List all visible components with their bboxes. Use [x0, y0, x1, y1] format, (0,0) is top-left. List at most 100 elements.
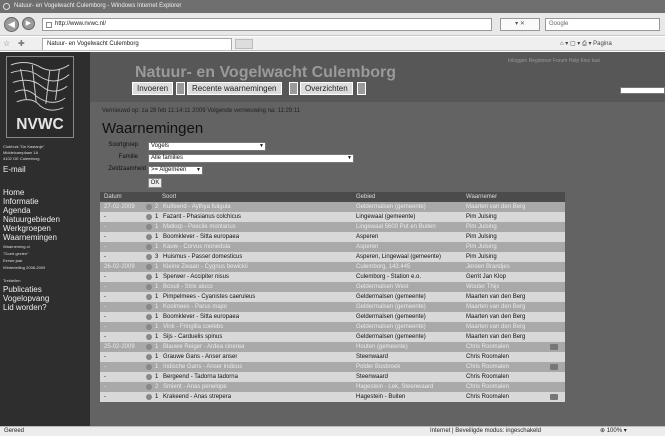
cell-area[interactable]: Houten (gemeente)	[356, 342, 408, 352]
table-row[interactable]: - 1 Fazant - Phasianus colchicus Lingewaal …	[100, 212, 565, 222]
sidebar-item-natuurgebieden[interactable]: Natuurgebieden	[3, 215, 60, 224]
table-row[interactable]: 27-02-2009 2 Kuifeend - Aythya fuligula Gel…	[100, 202, 565, 212]
nav-overzichten[interactable]: Overzichten	[300, 82, 353, 95]
cell-species[interactable]: Vink - Fringilla coelebs	[163, 322, 223, 332]
cell-observer[interactable]: Pim Julsing	[466, 212, 497, 222]
zeldzaamheid-select[interactable]: >= Algemeen ▼	[148, 166, 203, 175]
top-links[interactable]: Inloggen Registreer Forum Help Kies taal	[508, 58, 600, 64]
table-row[interactable]: - 1 Grauwe Gans - Anser anser Steenwaard Chr…	[100, 352, 565, 362]
cell-observer[interactable]: Maarten van den Berg	[466, 332, 525, 342]
sidebar-sub-goed-gezien[interactable]: "Goed gezien"	[3, 251, 29, 256]
cell-species[interactable]: Boomklever - Sitta europaea	[163, 232, 239, 242]
cell-observer[interactable]: Pim Julsing	[466, 242, 497, 252]
cell-area[interactable]: Hagestein - Buiten	[356, 392, 405, 402]
soortgroep-select[interactable]: Vogels ▼	[148, 142, 266, 151]
cell-species[interactable]: Indische Gans - Anser indicus	[163, 362, 242, 372]
cell-area[interactable]: Culemborg - Station e.o.	[356, 272, 421, 282]
col-header-waarnemer[interactable]: Waarnemer	[466, 192, 497, 202]
cell-observer[interactable]: Wouter Thijs	[466, 282, 499, 292]
table-row[interactable]: 26-02-2009 1 Kleine Zwaan - Cygnus bewicki…	[100, 262, 565, 272]
cell-species[interactable]: Krakeend - Anas strepera	[163, 392, 231, 402]
cell-species[interactable]: Grauwe Gans - Anser anser	[163, 352, 237, 362]
cell-area[interactable]: Geldermalsen West	[356, 282, 409, 292]
cell-observer[interactable]: Pim Julsing	[466, 232, 497, 242]
nav-recente-dropdown-icon[interactable]	[289, 82, 298, 95]
command-bar[interactable]: ⌂ ▾ ▢ ▾ ⎙ ▾ Pagina	[560, 39, 612, 49]
cell-species[interactable]: Bergeend - Tadorna tadorna	[163, 372, 238, 382]
cell-species[interactable]: Matkop - Poecile montanus	[163, 222, 236, 232]
cell-area[interactable]: Geldermalsen (gemeente)	[356, 302, 426, 312]
table-row[interactable]: - 1 Krakeend - Anas strepera Hagestein - Bu…	[100, 392, 565, 402]
cell-observer[interactable]: Gerrit Jan Klop	[466, 272, 506, 282]
cell-observer[interactable]: Maarten van den Berg	[466, 292, 525, 302]
new-tab-button[interactable]	[235, 39, 253, 49]
cell-area[interactable]: Polder Bosbroek	[356, 362, 400, 372]
table-row[interactable]: 25-02-2009 1 Blauwe Reiger - Ardea cinerea…	[100, 342, 565, 352]
table-row[interactable]: - 1 Indische Gans - Anser indicus Polder Bo…	[100, 362, 565, 372]
cell-observer[interactable]: Chris Roomalen	[466, 362, 509, 372]
sidebar-sub-waarneming[interactable]: Waarneming.nl	[3, 244, 30, 249]
sidebar-sub-eerste-jaar[interactable]: Eerste jaar	[3, 258, 22, 263]
sidebar-item-vogelopvang[interactable]: Vogelopvang	[3, 294, 49, 303]
familie-select[interactable]: Alle families ▼	[148, 154, 354, 163]
table-row[interactable]: - 1 Vink - Fringilla coelebs Geldermalsen (…	[100, 322, 565, 332]
cell-species[interactable]: Blauwe Reiger - Ardea cinerea	[163, 342, 244, 352]
cell-area[interactable]: Culemborg, 143.445	[356, 262, 410, 272]
col-header-gebied[interactable]: Gebied	[356, 192, 375, 202]
back-button[interactable]: ◀	[4, 17, 19, 32]
table-row[interactable]: - 1 Sperwer - Accipiter nisus Culemborg - S…	[100, 272, 565, 282]
cell-species[interactable]: Kauw - Corvus monedula	[163, 242, 230, 252]
cell-area[interactable]: Lingewaal (gemeente)	[356, 212, 415, 222]
camera-icon[interactable]	[550, 394, 558, 400]
refresh-stop-controls[interactable]: ▾ ✕	[500, 18, 540, 31]
sidebar-item-lid-worden[interactable]: Lid worden?	[3, 303, 47, 312]
nav-invoeren[interactable]: Invoeren	[132, 82, 174, 95]
sidebar-item-agenda[interactable]: Agenda	[3, 206, 31, 215]
cell-observer[interactable]: Jeroen Brandjes	[466, 262, 510, 272]
cell-area[interactable]: Hagestein - Lek, Steenwaard	[356, 382, 433, 392]
col-header-soort[interactable]: Soort	[162, 192, 176, 202]
sidebar-item-publicaties[interactable]: Publicaties	[3, 285, 42, 294]
tab-current[interactable]: Natuur- en Vogelwacht Culemborg	[42, 38, 232, 50]
sidebar-item-werkgroepen[interactable]: Werkgroepen	[3, 224, 51, 233]
favorites-star-icon[interactable]: ☆	[3, 39, 10, 48]
cell-species[interactable]: Huismus - Passer domesticus	[163, 252, 242, 262]
url-input[interactable]: http://www.nvwc.nl/	[42, 18, 492, 31]
table-row[interactable]: - 1 Koolmees - Parus major Geldermalsen (ge…	[100, 302, 565, 312]
nav-invoeren-dropdown-icon[interactable]	[176, 82, 185, 95]
add-favorites-icon[interactable]: ✚	[18, 39, 25, 48]
zoom-control[interactable]: ⊕ 100% ▾	[600, 427, 627, 436]
nav-recente-waarnemingen[interactable]: Recente waarnemingen	[187, 82, 282, 95]
cell-species[interactable]: Sperwer - Accipiter nisus	[163, 272, 229, 282]
cell-observer[interactable]: Maarten van den Berg	[466, 202, 525, 212]
cell-observer[interactable]: Pim Julsing	[466, 252, 497, 262]
cell-species[interactable]: Kuifeend - Aythya fuligula	[163, 202, 231, 212]
table-row[interactable]: - 1 Boomklever - Sitta europaea Geldermalse…	[100, 312, 565, 322]
cell-area[interactable]: Geldermalsen (gemeente)	[356, 202, 426, 212]
cell-area[interactable]: Asperen	[356, 242, 378, 252]
sidebar-item-home[interactable]: Home	[3, 188, 24, 197]
ok-button[interactable]: OK	[148, 178, 162, 188]
table-row[interactable]: - 3 Huismus - Passer domesticus Asperen, Li…	[100, 252, 565, 262]
sidebar-item-informatie[interactable]: Informatie	[3, 197, 39, 206]
search-input[interactable]: Google	[545, 18, 660, 31]
cell-species[interactable]: Kleine Zwaan - Cygnus bewickii	[163, 262, 248, 272]
cell-observer[interactable]: Pim Julsing	[466, 222, 497, 232]
forward-button[interactable]: ▶	[22, 17, 35, 30]
cell-species[interactable]: Bosuil - Strix aluco	[163, 282, 213, 292]
sidebar-sub-trektellen[interactable]: Trektellen	[3, 278, 20, 283]
table-row[interactable]: - 1 Bosuil - Strix aluco Geldermalsen West W…	[100, 282, 565, 292]
email-link[interactable]: E-mail	[3, 165, 26, 174]
cell-species[interactable]: Sijs - Carduelis spinus	[163, 332, 222, 342]
table-row[interactable]: - 1 Pimpelmees - Cyanistes caeruleus Gelder…	[100, 292, 565, 302]
sidebar-sub-wintertelling[interactable]: Wintertelling 2008-2009	[3, 265, 45, 270]
table-row[interactable]: - 1 Boomklever - Sitta europaea Asperen Pim …	[100, 232, 565, 242]
cell-species[interactable]: Pimpelmees - Cyanistes caeruleus	[163, 292, 255, 302]
cell-observer[interactable]: Chris Roomalen	[466, 372, 509, 382]
cell-species[interactable]: Fazant - Phasianus colchicus	[163, 212, 241, 222]
nav-overzichten-dropdown-icon[interactable]	[357, 82, 366, 95]
camera-icon[interactable]	[550, 364, 558, 370]
cell-observer[interactable]: Maarten van den Berg	[466, 312, 525, 322]
cell-species[interactable]: Boomklever - Sitta europaea	[163, 312, 239, 322]
cell-observer[interactable]: Maarten van den Berg	[466, 302, 525, 312]
